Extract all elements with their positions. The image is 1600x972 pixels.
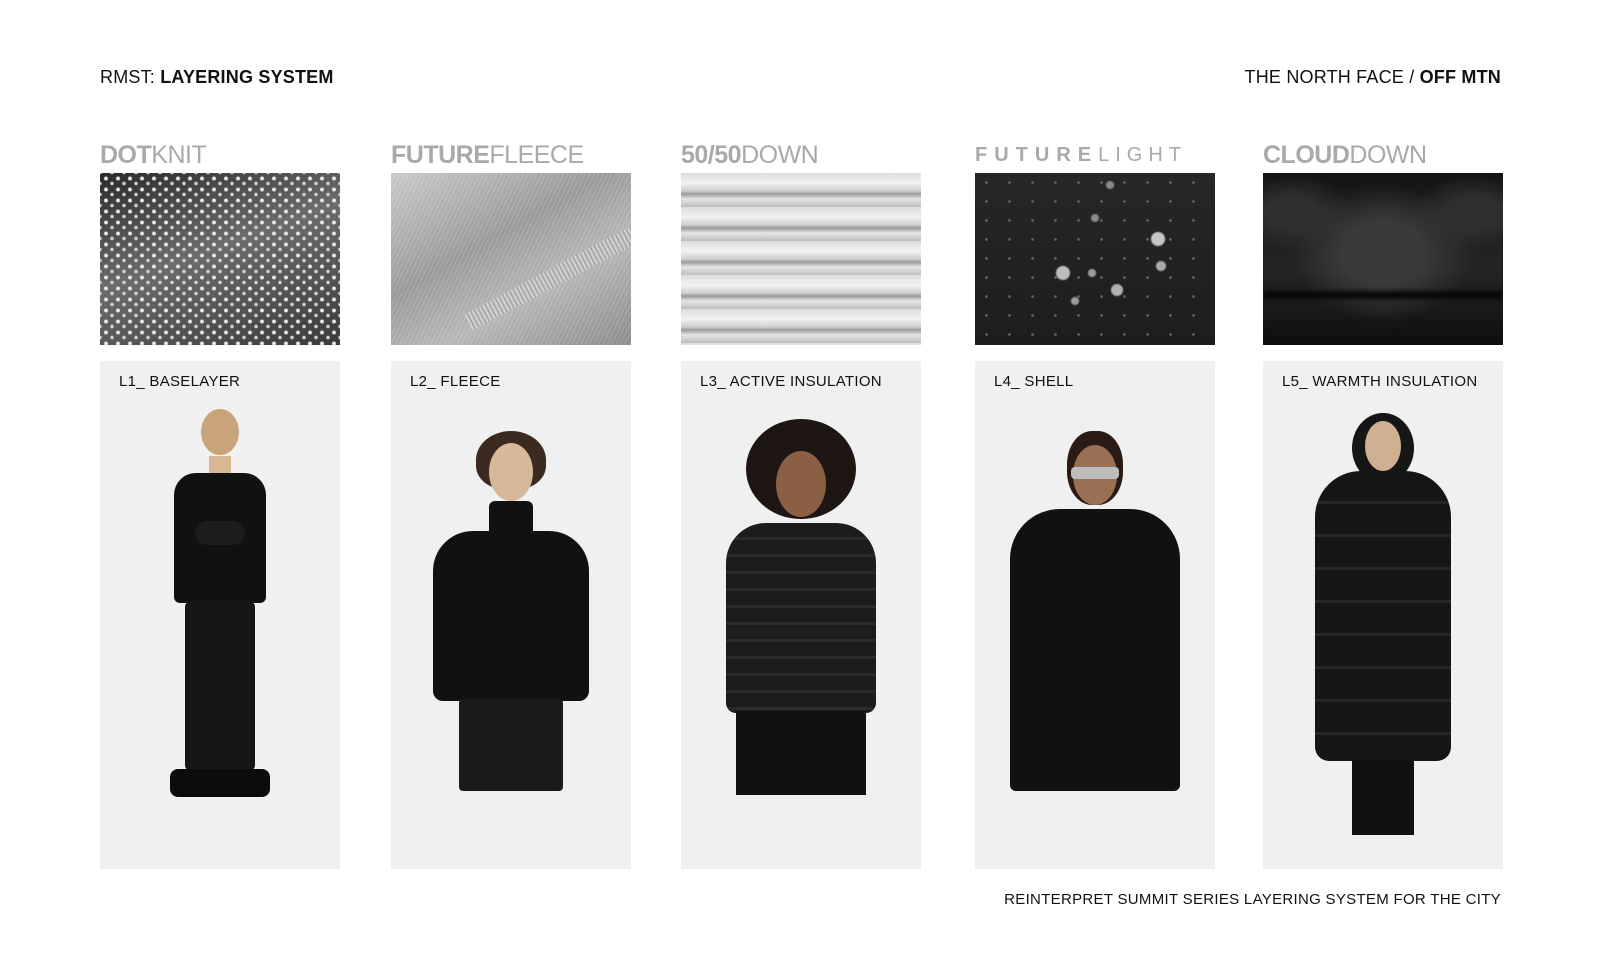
brand-prefix: THE NORTH FACE / (1244, 67, 1420, 87)
layer-card-warmth-insulation: L5_ WARMTH INSULATION (1263, 361, 1503, 869)
futurefleece-logo: FUTUREFLEECE (391, 141, 584, 169)
layer-column-3: 50/50DOWN L3_ ACTIVE INSULATION (681, 140, 921, 869)
layer-card-fleece: L2_ FLEECE (391, 361, 631, 869)
clouddown-puffer-swatch (1263, 173, 1503, 345)
layer-column-2: FUTUREFLEECE L2_ FLEECE (391, 140, 631, 869)
layer-card-active-insulation: L3_ ACTIVE INSULATION (681, 361, 921, 869)
layer-card-baselayer: L1_ BASELAYER (100, 361, 340, 869)
brand-title: THE NORTH FACE / OFF MTN (1245, 67, 1501, 88)
title-main: LAYERING SYSTEM (160, 67, 334, 87)
dotknit-logo: DOTKNIT (100, 141, 207, 169)
down-quilted-swatch (681, 173, 921, 345)
brand-main: OFF MTN (1419, 67, 1501, 87)
page-title: RMST: LAYERING SYSTEM (100, 67, 334, 88)
layer-label: L1_ BASELAYER (119, 373, 241, 390)
layer-label: L4_ SHELL (994, 373, 1074, 390)
layer-label: L3_ ACTIVE INSULATION (700, 373, 882, 390)
dotknit-fabric-swatch (100, 173, 340, 345)
futurelight-logo: FUTURELIGHT (975, 144, 1188, 166)
futurefleece-fabric-swatch (391, 173, 631, 345)
layer-card-shell: L4_ SHELL (975, 361, 1215, 869)
layer-label: L2_ FLEECE (410, 373, 501, 390)
layer-column-1: DOTKNIT L1_ BASELAYER (100, 140, 340, 869)
layer-column-4: FUTURELIGHT L4_ SHELL (975, 140, 1215, 869)
title-prefix: RMST: (100, 67, 161, 87)
futurelight-water-droplet-swatch (975, 173, 1215, 345)
layer-label: L5_ WARMTH INSULATION (1282, 373, 1478, 390)
collection-tagline: REINTERPRET SUMMIT SERIES LAYERING SYSTE… (1004, 891, 1501, 908)
fiftyfifty-down-logo: 50/50DOWN (681, 141, 819, 169)
layer-column-5: CLOUDDOWN L5_ WARMTH INSULATION (1263, 140, 1503, 869)
clouddown-logo: CLOUDDOWN (1263, 141, 1427, 169)
